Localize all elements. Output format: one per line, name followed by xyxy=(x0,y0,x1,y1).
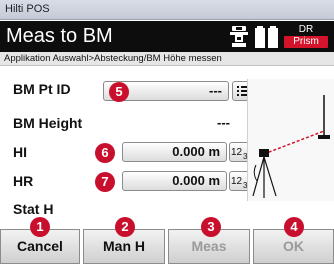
screen-title: Meas to BM xyxy=(6,25,113,47)
breadcrumb-text: Applikation Auswahl>Absteckung/BM Höhe m… xyxy=(4,53,222,64)
softkey-bar: Cancel Man H Meas OK xyxy=(0,205,334,264)
level-bubble-icon xyxy=(230,26,248,47)
hr-field[interactable]: 0.000 m xyxy=(122,171,227,191)
svg-text:12: 12 xyxy=(231,176,243,187)
bm-pt-id-label: BM Pt ID xyxy=(13,81,71,97)
callout-badge-cancel: 1 xyxy=(30,217,50,237)
window-titlebar: Hilti POS xyxy=(0,0,334,20)
hi-label: HI xyxy=(13,144,27,160)
breadcrumb: Applikation Auswahl>Absteckung/BM Höhe m… xyxy=(0,52,334,66)
measurement-beam xyxy=(263,130,325,155)
bm-height-value: --- xyxy=(217,115,230,130)
dr-mode-label: DR xyxy=(298,24,314,35)
measure-mode-indicator[interactable]: DR Prism xyxy=(282,24,330,49)
callout-badge-hi: 6 xyxy=(95,143,115,163)
bm-height-label: BM Height xyxy=(13,115,83,131)
hi-field[interactable]: 0.000 m xyxy=(122,142,227,162)
battery-icon xyxy=(255,26,278,48)
prism-mode-label: Prism xyxy=(284,36,328,48)
callout-badge-ok: 4 xyxy=(284,217,304,237)
tripod-icon xyxy=(252,149,277,198)
svg-text:12: 12 xyxy=(231,147,243,158)
callout-badge-bm-pt-id: 5 xyxy=(109,82,129,102)
setup-diagram xyxy=(247,79,334,201)
callout-badge-man-h: 2 xyxy=(115,217,135,237)
app-header: Meas to BM DR Prism xyxy=(0,21,334,52)
window-title: Hilti POS xyxy=(5,3,50,15)
callout-badge-hr: 7 xyxy=(95,172,115,192)
target-staff-icon xyxy=(318,95,330,139)
callout-badge-meas: 3 xyxy=(201,217,221,237)
hr-label: HR xyxy=(13,173,34,189)
